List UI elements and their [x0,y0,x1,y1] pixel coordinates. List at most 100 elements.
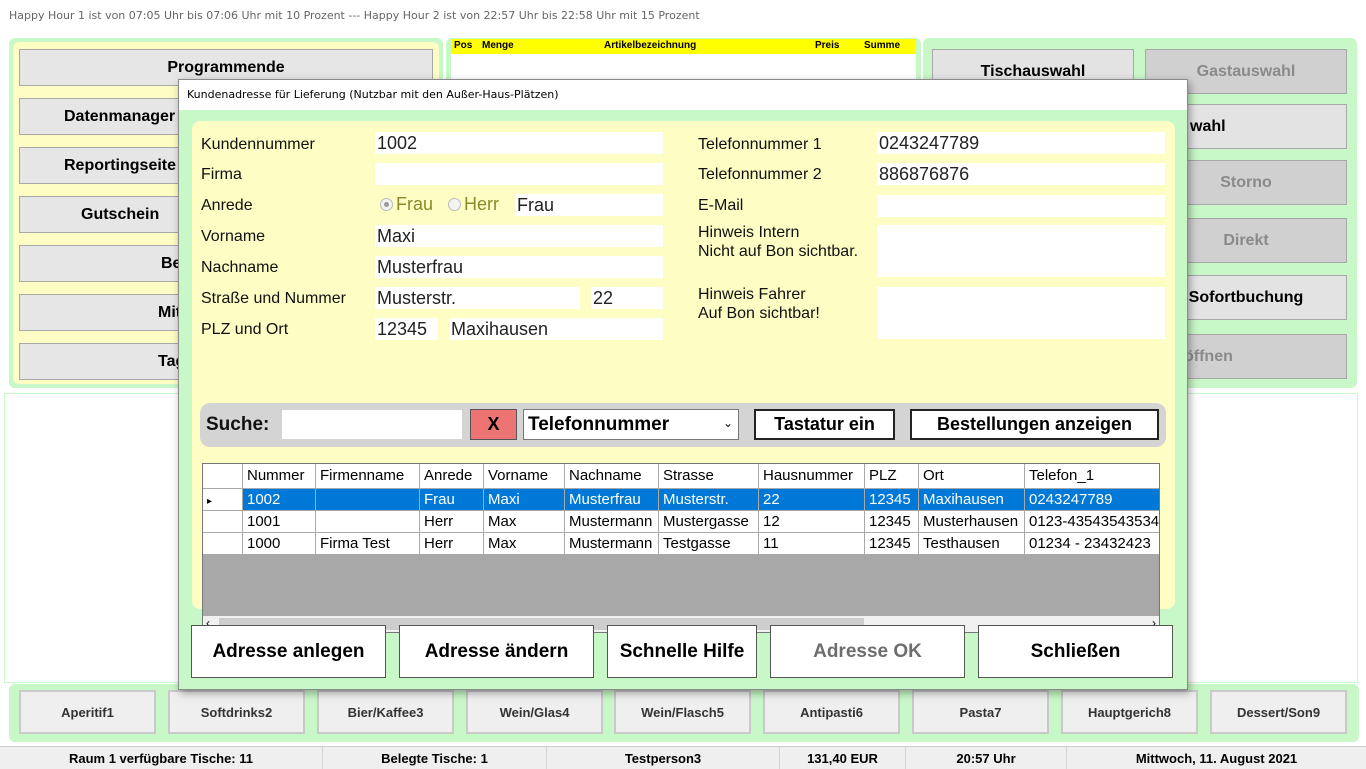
col-artikel: Artikelbezeichnung [604,40,697,51]
label-plz-ort: PLZ und Ort [201,321,289,338]
ort-field[interactable]: Maxihausen [449,318,663,340]
column-header[interactable]: Telefon_1 [1025,464,1159,489]
chevron-down-icon[interactable]: ⌄ [723,416,733,430]
row-header[interactable]: ▸ [203,489,243,511]
strasse-field[interactable]: Musterstr. [375,287,580,309]
column-header[interactable]: Nummer [243,464,316,489]
label-hinweis-intern: Hinweis Intern [698,224,800,241]
label-strasse: Straße und Nummer [201,290,346,307]
label-firma: Firma [201,166,242,183]
category-antipasti[interactable]: Antipasti6 [763,690,900,734]
customer-table[interactable]: Nummer Firmenname Anrede Vorname Nachname Str… [202,463,1160,633]
table-cell: Max [484,533,565,555]
category-wein-flasche[interactable]: Wein/Flasch5 [614,690,751,734]
category-aperitif[interactable]: Aperitif1 [19,690,156,734]
schliessen-button[interactable]: Schließen [978,625,1173,678]
nachname-field[interactable]: Musterfrau [375,256,663,278]
table-cell: Firma Test [316,533,420,555]
adresse-ok-button[interactable]: Adresse OK [770,625,965,678]
table-cell: Maxi [484,489,565,511]
table-header-row[interactable]: Nummer Firmenname Anrede Vorname Nachname Str… [203,464,1159,489]
wahl-label: wahl [1190,117,1226,135]
tel2-field[interactable]: 886876876 [877,163,1165,185]
label-tel2: Telefonnummer 2 [698,166,822,183]
address-form-panel: Kundennummer 1002 Firma Anrede Frau Herr… [192,121,1175,633]
status-raum: Raum 1 verfügbare Tische: 11 [0,747,323,769]
anrede-field[interactable]: Frau [515,194,663,216]
search-bar: Suche: X Telefonnummer ⌄ Tastatur ein Be… [200,403,1166,447]
column-header[interactable]: Firmenname [316,464,420,489]
status-zeit: 20:57 Uhr [906,747,1067,769]
category-pasta[interactable]: Pasta7 [912,690,1049,734]
column-header[interactable]: Nachname [565,464,659,489]
table-cell: 22 [759,489,865,511]
table-row[interactable]: 1001 Herr Max Mustermann Mustergasse 12 12345 M… [203,511,1159,533]
label-nachname: Nachname [201,259,279,276]
table-cell: Herr [420,511,484,533]
label-tel1: Telefonnummer 1 [698,136,822,153]
plz-field[interactable]: 12345 [375,318,438,340]
adresse-anlegen-button[interactable]: Adresse anlegen [191,625,386,678]
hinweis-fahrer-field[interactable] [877,287,1165,339]
category-bier-kaffee[interactable]: Bier/Kaffee3 [317,690,454,734]
category-softdrinks[interactable]: Softdrinks2 [168,690,305,734]
table-cell: 1001 [243,511,316,533]
radio-frau-label: Frau [396,194,434,214]
radio-frau-dot[interactable] [380,198,393,211]
category-dessert[interactable]: Dessert/Son9 [1210,690,1347,734]
table-row[interactable]: 1000 Firma Test Herr Max Mustermann Testgasse… [203,533,1159,555]
table-cell: Mustergasse [659,511,759,533]
col-menge: Menge [482,40,514,51]
row-header[interactable] [203,464,243,489]
order-header: Pos Menge Artikelbezeichnung Preis Summe [451,39,916,54]
category-wein-glas[interactable]: Wein/Glas4 [466,690,603,734]
firma-field[interactable] [375,163,663,185]
radio-frau[interactable]: Frau [380,194,433,215]
table-cell: Frau [420,489,484,511]
row-header[interactable] [203,511,243,533]
table-cell: Testhausen [919,533,1025,555]
radio-herr[interactable]: Herr [448,194,499,215]
vorname-field[interactable]: Maxi [375,225,663,247]
status-person: Testperson3 [547,747,780,769]
tel1-field[interactable]: 0243247789 [877,132,1165,154]
column-header[interactable]: PLZ [865,464,919,489]
clear-search-button[interactable]: X [470,409,517,440]
hausnummer-field[interactable]: 22 [591,287,663,309]
column-header[interactable]: Ort [919,464,1025,489]
search-label: Suche: [206,414,270,435]
status-bar: Raum 1 verfügbare Tische: 11 Belegte Tis… [0,746,1366,769]
table-cell: 1002 [243,489,316,511]
table-cell: Max [484,511,565,533]
column-header[interactable]: Anrede [420,464,484,489]
email-field[interactable] [877,195,1165,217]
category-hauptgericht[interactable]: Hauptgerich8 [1061,690,1198,734]
table-cell: Musterstr. [659,489,759,511]
search-input[interactable] [282,410,462,439]
row-header[interactable] [203,533,243,555]
table-cell: Musterfrau [565,489,659,511]
column-header[interactable]: Strasse [659,464,759,489]
column-header[interactable]: Vorname [484,464,565,489]
bestellungen-button[interactable]: Bestellungen anzeigen [910,409,1159,440]
table-cell: Maxihausen [919,489,1025,511]
dialog-title: Kundenadresse für Lieferung (Nutzbar mit… [179,80,1187,110]
table-cell: 1000 [243,533,316,555]
table-cell [316,489,420,511]
tastatur-button[interactable]: Tastatur ein [754,409,895,440]
column-header[interactable]: Hausnummer [759,464,865,489]
search-field-value: Telefonnummer [528,413,670,435]
col-preis: Preis [815,40,840,51]
table-cell: 11 [759,533,865,555]
search-field-select[interactable]: Telefonnummer ⌄ [523,409,739,440]
hinweis-intern-field[interactable] [877,225,1165,277]
status-betrag: 131,40 EUR [780,747,906,769]
radio-herr-dot[interactable] [448,198,461,211]
table-row[interactable]: ▸ 1002 Frau Maxi Musterfrau Musterstr. 22 12345… [203,489,1159,511]
schnelle-hilfe-button[interactable]: Schnelle Hilfe [607,625,757,678]
happy-hour-banner: Happy Hour 1 ist von 07:05 Uhr bis 07:06… [0,0,1366,33]
adresse-aendern-button[interactable]: Adresse ändern [399,625,594,678]
table-cell: Testgasse [659,533,759,555]
status-belegt: Belegte Tische: 1 [323,747,547,769]
kundennummer-field[interactable]: 1002 [375,132,663,154]
